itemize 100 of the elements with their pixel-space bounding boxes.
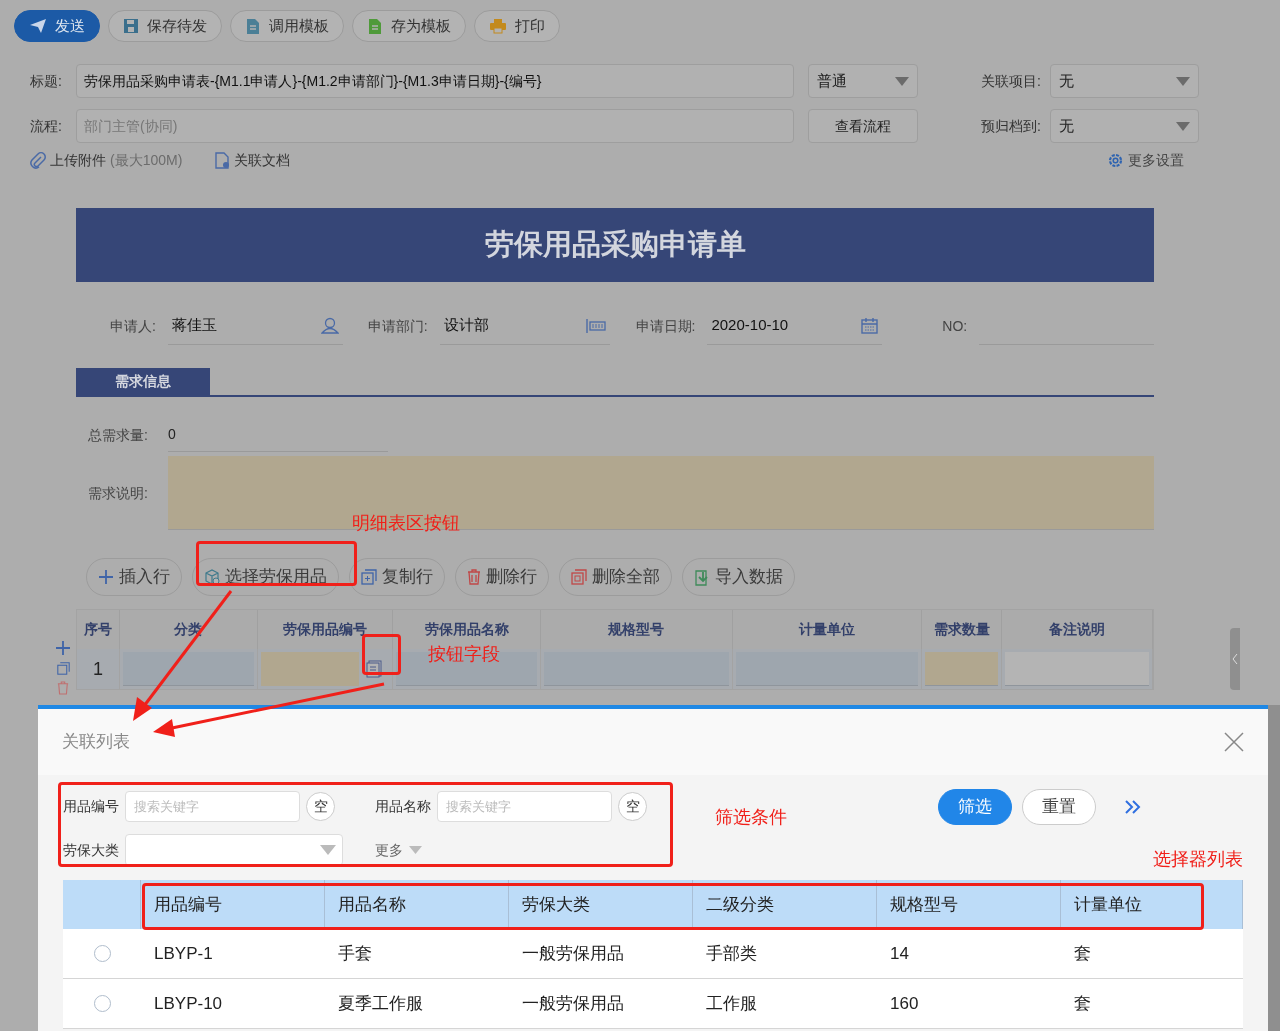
table-cell-input[interactable] <box>1005 652 1149 686</box>
table-cell-input[interactable] <box>544 652 729 686</box>
dropdown-caret-icon <box>1176 121 1190 131</box>
table-cell-text: 夏季工作服 <box>337 992 424 1015</box>
calendar-icon <box>861 317 879 334</box>
annotation-label: 筛选条件 <box>715 806 787 829</box>
chevron-left-icon <box>1232 653 1238 665</box>
filter-button[interactable]: 筛选 <box>938 789 1012 825</box>
annotation-label: 选择器列表 <box>1153 848 1243 871</box>
plus-icon <box>55 640 71 656</box>
more-settings-link[interactable]: 更多设置 <box>1107 149 1184 171</box>
trash-icon <box>467 569 481 585</box>
person-icon <box>320 317 339 334</box>
dialog-title: 关联列表 <box>62 731 130 754</box>
table-cell-text: 手套 <box>337 942 373 965</box>
table-cell-text: 14 <box>889 942 910 965</box>
plus-icon <box>98 569 114 585</box>
column-header: 计量单位 <box>1061 880 1243 929</box>
column-header: 用品名称 <box>325 880 509 929</box>
table-cell-input[interactable] <box>735 652 919 686</box>
import-icon <box>694 568 710 586</box>
document-icon <box>214 151 231 169</box>
table-cell-text: 工作服 <box>705 992 758 1015</box>
upload-attachment-link[interactable]: 上传附件 (最大100M) <box>30 149 183 171</box>
select-value: 无 <box>1059 70 1074 91</box>
table-cell-text: 套 <box>1073 942 1092 965</box>
section-tab[interactable]: 需求信息 <box>76 368 210 395</box>
toolbar-button[interactable]: 发送 <box>14 10 100 42</box>
close-icon <box>1224 732 1244 752</box>
toolbar-button[interactable]: 保存待发 <box>108 10 222 42</box>
field-label: 需求说明: <box>87 483 149 503</box>
column-header: 二级分类 <box>693 880 877 929</box>
field-label: 预归档到: <box>980 116 1042 136</box>
column-header: 规格型号 <box>877 880 1061 929</box>
table-cell-text: LBYP-1 <box>153 942 214 965</box>
table-cell-text: LBYP-10 <box>153 992 224 1015</box>
row-number: 1 <box>92 657 103 681</box>
category-select[interactable] <box>125 834 343 866</box>
table-cell-input[interactable] <box>260 652 360 686</box>
document-icon <box>245 17 261 35</box>
table-cell-input[interactable] <box>122 652 254 686</box>
field-label: NO: <box>941 316 969 336</box>
cube-icon <box>204 569 220 585</box>
filter-button[interactable]: 重置 <box>1022 789 1096 825</box>
document-icon <box>367 17 383 35</box>
clear-button[interactable]: 空 <box>306 791 335 821</box>
column-header: 用品编号 <box>141 880 325 929</box>
text-field[interactable]: 劳保用品采购申请表-{M1.1申请人}-{M1.2申请部门}-{M1.3申请日期}-{编号} <box>76 64 794 98</box>
copy-icon <box>56 662 70 675</box>
form-title-banner: 劳保用品采购申请单 <box>76 208 1154 282</box>
toolbar-button[interactable]: 存为模板 <box>352 10 466 42</box>
text-area[interactable] <box>168 456 1154 530</box>
project-select[interactable]: 无 <box>1050 64 1199 98</box>
trash-icon <box>57 681 69 695</box>
department-icon <box>585 317 606 334</box>
select-value: 普通 <box>817 70 847 91</box>
paperclip-icon <box>30 151 46 169</box>
toolbar-button[interactable]: 调用模板 <box>230 10 344 42</box>
stacked-pages-icon <box>571 569 587 585</box>
field-label: 申请日期: <box>634 316 697 336</box>
annotation-frame <box>362 634 401 675</box>
more-filters-button[interactable]: 更多 <box>375 833 422 867</box>
table-cell-input[interactable] <box>925 652 999 686</box>
view-flow-button[interactable]: 查看流程 <box>808 109 918 143</box>
field-label: 关联项目: <box>980 71 1042 91</box>
toolbar-button[interactable]: 打印 <box>474 10 560 42</box>
radio-button[interactable] <box>93 995 111 1012</box>
floppy-icon <box>123 18 139 34</box>
send-icon <box>29 18 47 34</box>
search-field[interactable]: 搜索关键字 <box>437 790 612 822</box>
radio-button[interactable] <box>93 945 111 962</box>
annotation-label: 明细表区按钮 <box>352 512 460 535</box>
table-cell-text: 套 <box>1073 992 1092 1015</box>
double-chevron-icon <box>1124 799 1142 815</box>
collapse-handle[interactable] <box>1230 628 1240 690</box>
input-field[interactable]: 设计部 <box>439 307 610 345</box>
priority-select[interactable]: 普通 <box>808 64 918 98</box>
input-field[interactable]: 蒋佳玉 <box>167 307 343 345</box>
close-button[interactable] <box>1224 732 1244 752</box>
copy-icon <box>361 569 377 585</box>
dropdown-caret-icon <box>895 76 909 86</box>
dropdown-caret-icon <box>1176 76 1190 86</box>
filter-label: 用品名称 <box>375 796 431 816</box>
table-cell-text: 160 <box>889 992 920 1015</box>
filter-label: 劳保大类 <box>63 840 119 860</box>
input-field[interactable]: 2020-10-10 <box>707 307 883 345</box>
printer-icon <box>489 18 507 34</box>
document-icon <box>366 660 383 678</box>
column-header: 劳保大类 <box>509 880 693 929</box>
input-field[interactable]: 0 <box>168 418 388 452</box>
search-field[interactable]: 搜索关键字 <box>125 790 300 822</box>
field-label: 申请人: <box>109 316 157 336</box>
related-document-link[interactable]: 关联文档 <box>214 149 291 171</box>
filter-label: 用品编号 <box>63 796 119 816</box>
clear-button[interactable]: 空 <box>618 791 647 821</box>
archive-select[interactable]: 无 <box>1050 109 1199 143</box>
field-label: 标题: <box>29 71 63 91</box>
table-cell-text: 一般劳保用品 <box>521 942 625 965</box>
field-label: 申请部门: <box>366 316 429 336</box>
settings-icon <box>1107 151 1124 169</box>
